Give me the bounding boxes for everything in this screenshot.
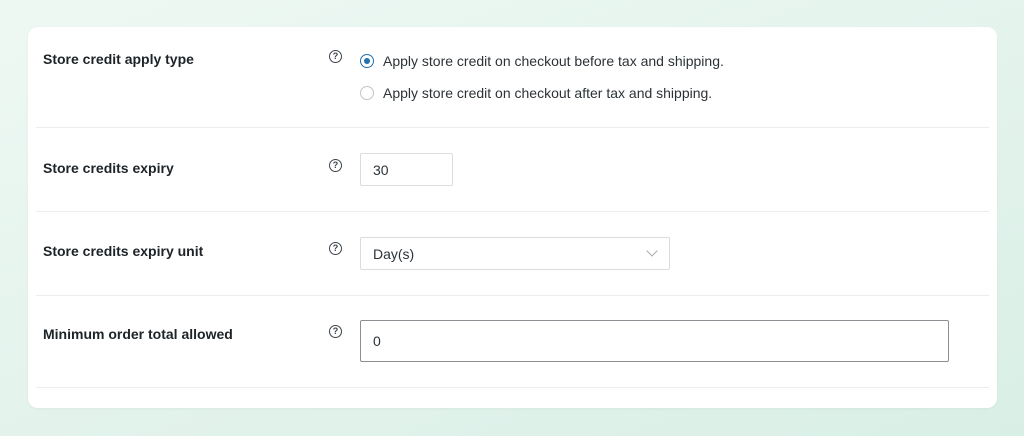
radio-button-unchecked[interactable]	[360, 86, 374, 100]
setting-row-min-order: Minimum order total allowed ? 0	[36, 296, 989, 388]
min-order-input[interactable]: 0	[360, 320, 949, 362]
radio-option-after-tax[interactable]: Apply store credit on checkout after tax…	[360, 83, 712, 103]
question-circle-icon[interactable]: ?	[329, 159, 342, 172]
expiry-unit-selected-value: Day(s)	[373, 245, 415, 262]
radio-button-checked[interactable]	[360, 54, 374, 68]
expiry-label: Store credits expiry	[43, 160, 174, 176]
question-circle-icon[interactable]: ?	[329, 50, 342, 63]
expiry-unit-label: Store credits expiry unit	[43, 243, 204, 259]
min-order-label: Minimum order total allowed	[43, 326, 233, 342]
question-circle-icon[interactable]: ?	[329, 325, 342, 338]
radio-option-label: Apply store credit on checkout after tax…	[383, 85, 713, 101]
expiry-input[interactable]: 30	[360, 153, 453, 186]
question-circle-icon[interactable]: ?	[329, 242, 342, 255]
setting-row-apply-type: Store credit apply type ? Apply store cr…	[36, 27, 989, 128]
settings-card: Store credit apply type ? Apply store cr…	[28, 27, 997, 408]
apply-type-label: Store credit apply type	[43, 51, 194, 67]
radio-option-before-tax[interactable]: Apply store credit on checkout before ta…	[360, 51, 724, 71]
expiry-unit-select[interactable]: Day(s)	[360, 237, 670, 270]
chevron-down-icon	[646, 245, 658, 257]
radio-option-label: Apply store credit on checkout before ta…	[383, 53, 724, 69]
setting-row-expiry: Store credits expiry ? 30	[36, 128, 989, 212]
min-order-input-value: 0	[373, 333, 381, 349]
setting-row-expiry-unit: Store credits expiry unit ? Day(s)	[36, 212, 989, 296]
expiry-input-value: 30	[373, 161, 389, 178]
